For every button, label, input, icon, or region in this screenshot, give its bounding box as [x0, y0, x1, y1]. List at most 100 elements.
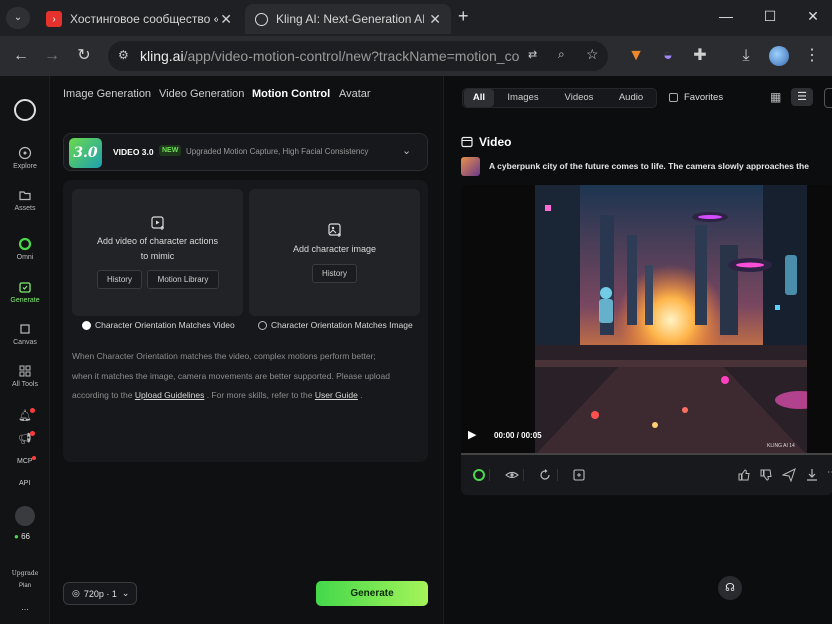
user-guide-link[interactable]: User Guide	[315, 390, 358, 400]
folder-icon	[19, 191, 31, 201]
model-description: Upgraded Motion Capture, High Facial Con…	[186, 147, 369, 156]
extension-ghost-icon[interactable]: ◒	[658, 46, 678, 66]
browser-tab-hosting[interactable]: › Хостинговое сообщество «Tim ✕	[36, 4, 242, 34]
model-thumbnail: 3.0	[69, 138, 102, 168]
user-avatar[interactable]	[15, 506, 35, 526]
maximize-icon[interactable]: ☐	[760, 8, 780, 28]
browser-toolbar: ← → ↻ ⚙ kling.ai/app/video-motion-contro…	[0, 36, 832, 76]
sidebar-item-label: Generate	[10, 297, 40, 304]
sidebar-item-label: Canvas	[13, 339, 37, 346]
sidebar-item-generate[interactable]: Generate	[0, 280, 50, 304]
filter-all[interactable]: All	[464, 89, 494, 107]
close-window-icon[interactable]: ✕	[803, 8, 823, 28]
model-selector[interactable]: 3.0 VIDEO 3.0 NEW Upgraded Motion Captur…	[63, 133, 428, 171]
sidebar-item-all-tools[interactable]: All Tools	[0, 364, 50, 388]
video-section-header: Video	[461, 135, 511, 149]
new-tab-button[interactable]: +	[458, 6, 469, 27]
resolution-selector[interactable]: ◎ 720p · 1 ⌄	[63, 582, 137, 605]
more-actions-icon[interactable]: ⋯	[827, 467, 832, 478]
extensions-puzzle-icon[interactable]: ✚	[690, 46, 710, 66]
list-view-icon[interactable]: ☰	[791, 88, 813, 106]
favorites-toggle[interactable]: Favorites	[669, 92, 723, 103]
forward-icon[interactable]: →	[42, 46, 62, 66]
history-button[interactable]: History	[312, 264, 357, 283]
prompt-thumbnail	[461, 157, 480, 176]
tab-motion-control[interactable]: Motion Control	[252, 88, 330, 100]
close-tab-icon[interactable]: ✕	[429, 11, 441, 28]
address-bar[interactable]: ⚙ kling.ai/app/video-motion-control/new?…	[108, 41, 608, 71]
video-action-bar: ⋯	[461, 455, 832, 495]
share-icon[interactable]	[782, 468, 796, 482]
omni-ring-icon[interactable]	[472, 468, 486, 482]
generate-button[interactable]: Generate	[316, 581, 428, 606]
play-icon[interactable]: ▶	[468, 428, 476, 441]
explore-icon	[18, 146, 32, 160]
upgrade-plan-link[interactable]: Upgrade Plan	[0, 567, 50, 593]
tab-video-generation[interactable]: Video Generation	[159, 88, 244, 100]
reload-icon[interactable]: ↻	[74, 46, 94, 66]
kling-logo-icon[interactable]	[14, 99, 36, 121]
plan-label: Plan	[18, 583, 31, 589]
video-frame-cyberpunk-city	[535, 185, 807, 455]
generate-icon	[19, 282, 31, 293]
tab-title: Хостинговое сообщество «Tim	[70, 12, 218, 26]
sidebar-item-assets[interactable]: Assets	[0, 188, 50, 212]
omni-ring-icon	[18, 237, 32, 251]
filter-images[interactable]: Images	[503, 89, 543, 107]
tab-avatar[interactable]: Avatar	[339, 88, 371, 100]
video-upload-box[interactable]: Add video of character actions to mimic …	[72, 189, 243, 316]
upload-panel: Add video of character actions to mimic …	[63, 180, 428, 462]
divider	[489, 469, 490, 481]
orientation-image-option[interactable]: Character Orientation Matches Image	[258, 320, 413, 330]
settings-circle-icon: ◎	[72, 588, 80, 598]
more-icon[interactable]: ...	[0, 602, 50, 612]
mcp-link[interactable]: MCP	[17, 458, 33, 465]
credits-counter[interactable]: ● 66	[14, 532, 30, 541]
sidebar-item-omni[interactable]: Omni	[0, 237, 50, 261]
video-icon	[461, 136, 473, 148]
back-icon[interactable]: ←	[11, 46, 31, 66]
regenerate-icon[interactable]	[538, 468, 552, 482]
chevron-down-icon: ⌄	[121, 588, 130, 598]
download-icon[interactable]	[805, 468, 819, 482]
motion-library-button[interactable]: Motion Library	[147, 270, 219, 289]
upload-guidelines-link[interactable]: Upload Guidelines	[135, 390, 204, 400]
sidebar-item-label: All Tools	[12, 381, 38, 388]
prompt-text[interactable]: A cyberpunk city of the future comes to …	[489, 161, 809, 171]
site-settings-icon[interactable]: ⚙	[118, 48, 129, 62]
url-text: kling.ai/app/video-motion-control/new?tr…	[140, 48, 520, 64]
metamask-extension-icon[interactable]: ▼	[626, 46, 646, 66]
minimize-icon[interactable]: —	[716, 8, 736, 28]
tab-image-generation[interactable]: Image Generation	[63, 88, 151, 100]
filter-tabs: All Images Videos Audio	[462, 88, 657, 108]
browser-tab-bar: ⌄ › Хостинговое сообщество «Tim ✕ Kling …	[0, 0, 832, 36]
support-headset-button[interactable]: ☊	[718, 576, 742, 600]
history-button[interactable]: History	[97, 270, 142, 289]
thumbs-down-icon[interactable]	[759, 468, 773, 482]
filter-audio[interactable]: Audio	[611, 89, 651, 107]
download-icon[interactable]: ⤓	[736, 46, 756, 66]
eye-icon[interactable]	[505, 468, 519, 482]
upgrade-label: Upgrade	[11, 570, 39, 577]
panel-edge	[824, 88, 832, 108]
tab-list-button[interactable]: ⌄	[6, 7, 30, 29]
bookmark-star-icon[interactable]: ☆	[586, 46, 599, 63]
filter-videos[interactable]: Videos	[559, 89, 599, 107]
video-player[interactable]: ▶ 00:00 / 00:05 KLING AI 14	[461, 185, 832, 455]
thumbs-up-icon[interactable]	[737, 468, 751, 482]
translate-icon[interactable]: ⇄	[528, 48, 537, 61]
orientation-video-option[interactable]: Character Orientation Matches Video	[82, 320, 235, 330]
image-upload-box[interactable]: Add character image History	[249, 189, 420, 316]
kling-watermark: KLING AI 14	[767, 443, 795, 449]
profile-avatar[interactable]	[769, 46, 789, 66]
close-tab-icon[interactable]: ✕	[220, 11, 232, 28]
grid-view-icon[interactable]: ▦	[770, 90, 781, 104]
api-link[interactable]: API	[19, 480, 30, 487]
edit-frame-icon[interactable]	[572, 468, 586, 482]
sidebar-item-canvas[interactable]: Canvas	[0, 322, 50, 346]
browser-tab-kling[interactable]: Kling AI: Next-Generation AI Cr ✕	[245, 4, 451, 34]
orientation-image-label: Character Orientation Matches Image	[271, 320, 413, 330]
zoom-icon[interactable]: ⌕	[558, 47, 565, 62]
browser-menu-icon[interactable]: ⋮	[802, 46, 822, 66]
sidebar-item-explore[interactable]: Explore	[0, 146, 50, 170]
